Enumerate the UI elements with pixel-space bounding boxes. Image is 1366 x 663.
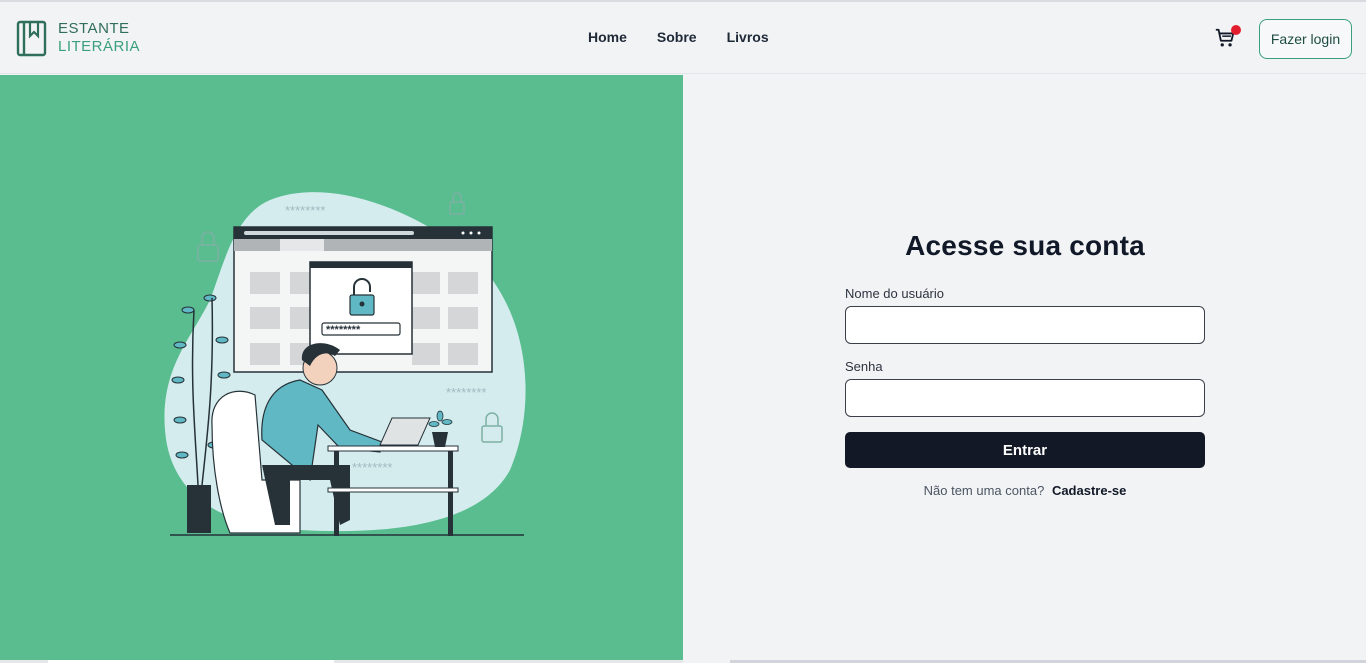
nav-livros[interactable]: Livros: [727, 29, 769, 45]
brand-logo[interactable]: ESTANTE LITERÁRIA: [16, 19, 140, 57]
username-input[interactable]: [845, 306, 1205, 344]
svg-text:********: ********: [285, 203, 325, 218]
brand-name: ESTANTE LITERÁRIA: [58, 20, 140, 56]
signup-link[interactable]: Cadastre-se: [1052, 483, 1126, 498]
nav-sobre[interactable]: Sobre: [657, 29, 697, 45]
svg-text:********: ********: [352, 460, 392, 475]
svg-text:********: ********: [446, 385, 486, 400]
signup-prompt: Não tem uma conta?: [923, 483, 1045, 498]
form-title: Acesse sua conta: [905, 230, 1145, 261]
cart-badge: [1231, 25, 1241, 35]
submit-button[interactable]: Entrar: [845, 432, 1205, 468]
main-nav: Home Sobre Livros: [588, 29, 769, 45]
login-form: Acesse sua conta Nome do usuário Senha E…: [845, 230, 1205, 498]
person-login-illustration: ******** ******** ******** ********: [164, 192, 526, 536]
login-button[interactable]: Fazer login: [1259, 19, 1352, 59]
brand-line-1: ESTANTE: [58, 20, 130, 37]
header: ESTANTE LITERÁRIA Home Sobre Livros Faze…: [0, 2, 1366, 74]
hero-panel: ******** ******** ******** ********: [0, 75, 683, 660]
password-label: Senha: [845, 359, 883, 374]
signup-row: Não tem uma conta? Cadastre-se: [845, 483, 1205, 498]
nav-home[interactable]: Home: [588, 29, 627, 45]
book-logo-icon: [16, 20, 47, 57]
username-label: Nome do usuário: [845, 286, 944, 301]
cart-button[interactable]: [1214, 25, 1241, 51]
brand-line-2: LITERÁRIA: [58, 38, 141, 55]
svg-text:********: ********: [326, 324, 361, 336]
password-input[interactable]: [845, 379, 1205, 417]
